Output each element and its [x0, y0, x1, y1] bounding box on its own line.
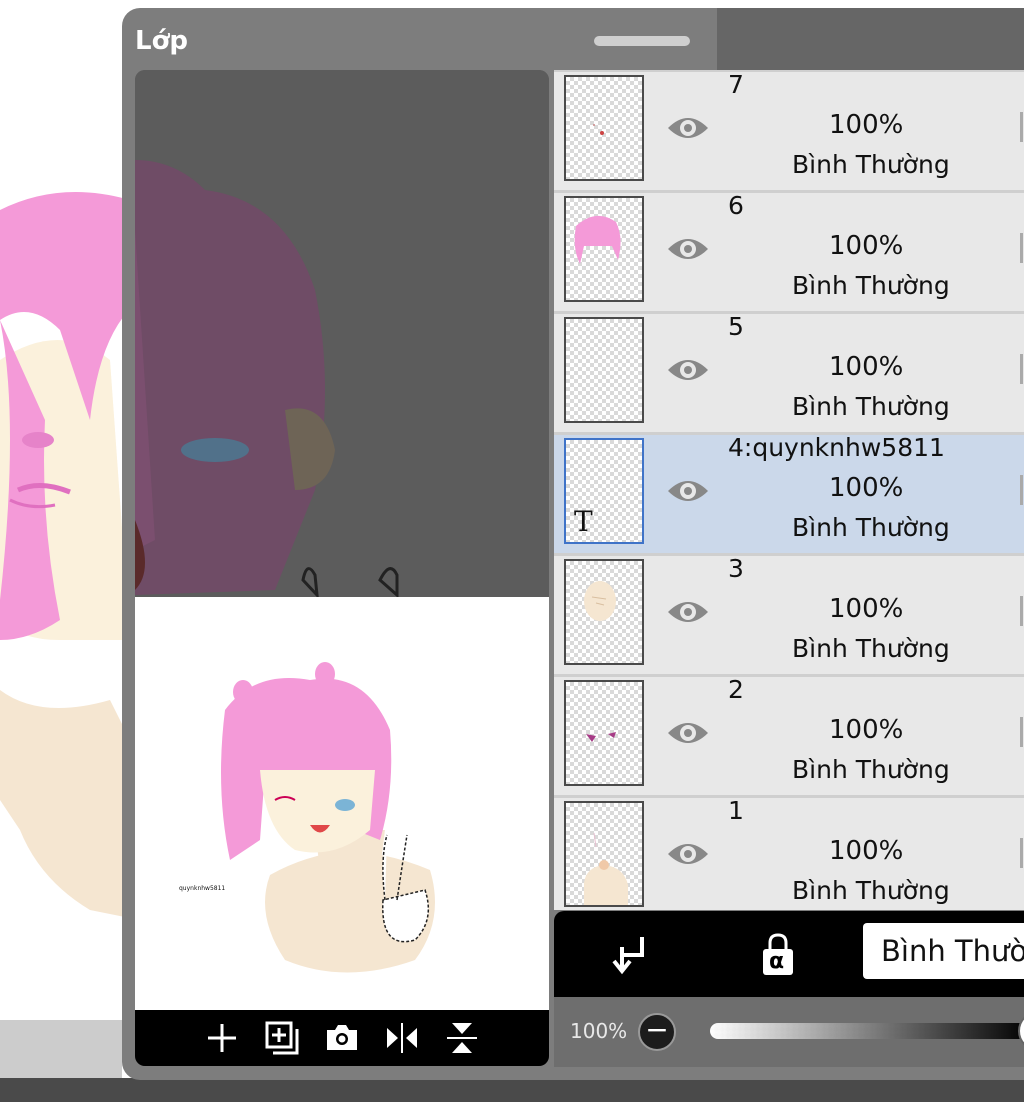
layer-blend-mode: Bình Thường [792, 876, 950, 905]
flip-horizontal-icon[interactable] [383, 1019, 421, 1057]
layer-thumbnail: T [564, 438, 644, 544]
visibility-eye-icon[interactable] [666, 590, 710, 634]
layer-thumbnail [564, 559, 644, 665]
layer-name: 4:quynknhw5811 [728, 433, 945, 462]
panel-title: Lớp [135, 26, 189, 56]
flip-vertical-icon[interactable] [443, 1019, 481, 1057]
preview-artwork: quynknhw5811 [135, 70, 549, 1010]
layers-panel: Lớp quynknhw5811 7 100% Bình Thường 6 10… [122, 8, 1024, 1080]
layer-name: 5 [728, 312, 744, 341]
layer-row[interactable]: 7 100% Bình Thường [554, 70, 1024, 190]
layer-blend-mode: Bình Thường [792, 150, 950, 179]
layer-name: 7 [728, 70, 744, 99]
drag-handle-icon[interactable] [1020, 838, 1024, 868]
canvas-preview[interactable]: quynknhw5811 [135, 70, 549, 1066]
layer-thumbnail [564, 680, 644, 786]
layer-opacity: 100% [829, 594, 904, 624]
drag-handle-icon[interactable] [1020, 475, 1024, 505]
drag-handle-icon[interactable] [1020, 233, 1024, 263]
layer-row[interactable]: 3 100% Bình Thường [554, 554, 1024, 674]
opacity-slider-knob[interactable] [1018, 1011, 1024, 1051]
layer-row[interactable]: 2 100% Bình Thường [554, 675, 1024, 795]
visibility-eye-icon[interactable] [666, 227, 710, 271]
text-layer-icon: T [574, 505, 593, 538]
drag-handle-icon[interactable] [1020, 717, 1024, 747]
preview-toolbar [135, 1010, 549, 1066]
preview-signature: quynknhw5811 [179, 885, 225, 892]
layer-row[interactable]: 6 100% Bình Thường [554, 191, 1024, 311]
opacity-row: 100% − [554, 997, 1024, 1067]
visibility-eye-icon[interactable] [666, 348, 710, 392]
layer-opacity: 100% [829, 231, 904, 261]
layer-row[interactable]: 5 100% Bình Thường [554, 312, 1024, 432]
layer-opacity: 100% [829, 352, 904, 382]
add-layer-icon[interactable] [263, 1019, 301, 1057]
layer-blend-mode: Bình Thường [792, 513, 950, 542]
layer-opacity: 100% [829, 836, 904, 866]
layer-blend-mode: Bình Thường [792, 271, 950, 300]
layer-name: 6 [728, 191, 744, 220]
layer-thumbnail [564, 801, 644, 907]
layer-row[interactable]: 1 100% Bình Thường [554, 796, 1024, 910]
layer-thumbnail [564, 75, 644, 181]
opacity-decrease-button[interactable]: − [638, 1013, 676, 1051]
layer-thumbnail [564, 196, 644, 302]
layer-name: 3 [728, 554, 744, 583]
plus-icon[interactable] [203, 1019, 241, 1057]
visibility-eye-icon[interactable] [666, 711, 710, 755]
alpha-lock-glyph: α [769, 949, 785, 974]
opacity-slider[interactable] [710, 1023, 1024, 1039]
drag-handle-icon[interactable] [1020, 596, 1024, 626]
layer-opacity: 100% [829, 473, 904, 503]
layer-opacity: 100% [829, 715, 904, 745]
drag-handle-icon[interactable] [1020, 354, 1024, 384]
opacity-value: 100% [570, 1019, 628, 1043]
layer-action-bar: α Bình Thường [554, 911, 1024, 997]
visibility-eye-icon[interactable] [666, 469, 710, 513]
layer-opacity: 100% [829, 110, 904, 140]
panel-drag-handle[interactable] [594, 36, 690, 46]
visibility-eye-icon[interactable] [666, 832, 710, 876]
alpha-lock-icon[interactable]: α [754, 929, 802, 979]
layer-blend-mode: Bình Thường [792, 392, 950, 421]
layer-row[interactable]: T 4:quynknhw5811 100% Bình Thường [554, 433, 1024, 553]
blend-mode-select[interactable]: Bình Thường [863, 923, 1024, 979]
layer-name: 2 [728, 675, 744, 704]
visibility-eye-icon[interactable] [666, 106, 710, 150]
layer-blend-mode: Bình Thường [792, 634, 950, 663]
layer-blend-mode: Bình Thường [792, 755, 950, 784]
layer-list[interactable]: 7 100% Bình Thường 6 100% Bình Thường 5 100% Bìn… [554, 70, 1024, 910]
bottom-bar [0, 1078, 1024, 1102]
layer-name: 1 [728, 796, 744, 825]
layer-thumbnail [564, 317, 644, 423]
camera-icon[interactable] [323, 1019, 361, 1057]
panel-header-shade [717, 8, 1024, 70]
drag-handle-icon[interactable] [1020, 112, 1024, 142]
clip-arrow-icon[interactable] [608, 931, 656, 979]
